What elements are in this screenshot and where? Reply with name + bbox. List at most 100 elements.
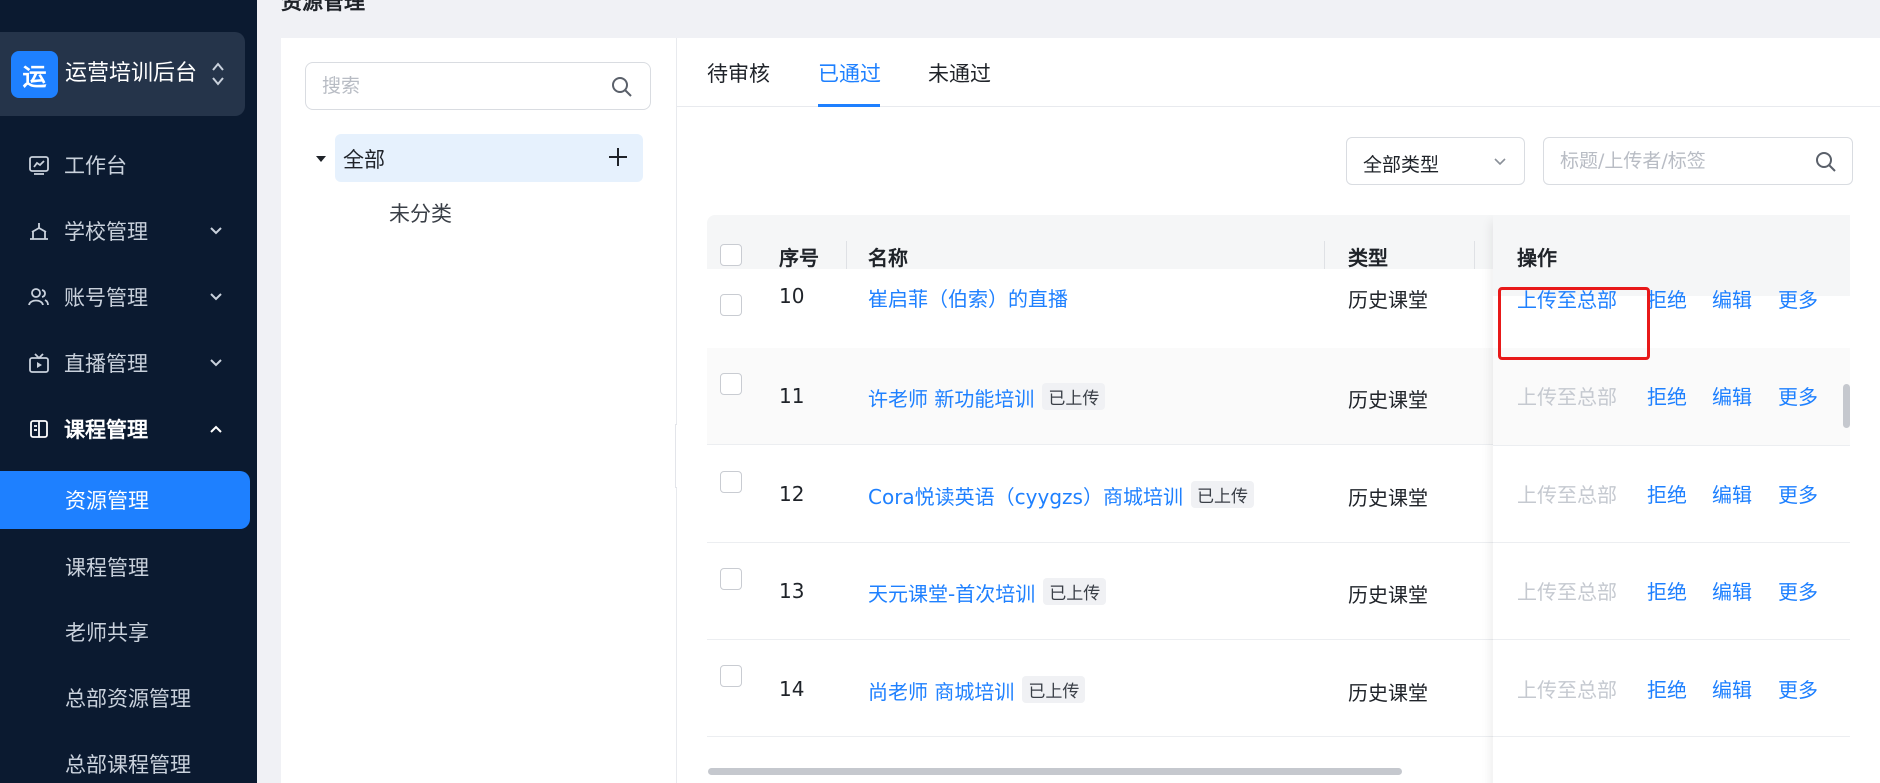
search-icon[interactable] (610, 75, 634, 99)
more-link[interactable]: 更多 (1778, 381, 1818, 410)
active-tab-indicator (818, 104, 880, 107)
more-link[interactable]: 更多 (1778, 479, 1818, 508)
edit-link[interactable]: 编辑 (1712, 479, 1752, 508)
sidebar-item-school[interactable]: 学校管理 (0, 203, 257, 259)
sidebar: 运 运营培训后台 工作台 学校管理 账号管理 直播管理 课程管理 资源管理 课程… (0, 0, 257, 783)
caret-down-icon[interactable] (314, 152, 328, 166)
category-tree-panel: 全部 未分类 (281, 38, 677, 783)
row-name-link[interactable]: Cora悦读英语（cyygzs）商城培训 (868, 485, 1183, 509)
row-name-link[interactable]: 天元课堂-首次培训 (868, 582, 1035, 606)
app-logo: 运 (11, 51, 58, 98)
row-name-link[interactable]: 尚老师 商城培训 (868, 680, 1014, 704)
row-no: 11 (779, 384, 805, 408)
row-name-cell: 天元课堂-首次培训 已上传 (868, 578, 1107, 607)
horizontal-scrollbar[interactable] (708, 768, 1402, 775)
upload-to-hq-link[interactable]: 上传至总部 (1517, 381, 1617, 410)
sidebar-item-label: 课程管理 (64, 418, 148, 442)
sidebar-item-label: 直播管理 (64, 352, 148, 376)
tab-approved[interactable]: 已通过 (818, 58, 881, 88)
row-type: 历史课堂 (1348, 681, 1428, 705)
row-no: 12 (779, 482, 805, 506)
dashboard-icon (29, 156, 49, 175)
chevron-down-icon (1494, 158, 1506, 166)
sidebar-subitem-teacher-share[interactable]: 老师共享 (0, 603, 257, 661)
row-checkbox[interactable] (720, 471, 742, 493)
select-all-checkbox[interactable] (720, 244, 742, 266)
header-name: 名称 (868, 246, 908, 270)
app-name: 运营培训后台 (65, 61, 198, 86)
plus-icon[interactable] (607, 146, 629, 168)
more-link[interactable]: 更多 (1778, 284, 1818, 313)
sidebar-subitem-label: 总部课程管理 (65, 753, 191, 777)
sidebar-item-label: 工作台 (64, 154, 127, 178)
sidebar-subitem-label: 课程管理 (65, 556, 149, 580)
keyword-search-input[interactable] (1560, 138, 1810, 184)
sidebar-item-workbench[interactable]: 工作台 (0, 137, 257, 193)
keyword-search (1543, 137, 1853, 185)
sidebar-item-account[interactable]: 账号管理 (0, 269, 257, 325)
sidebar-subitem-label: 老师共享 (65, 621, 149, 645)
sidebar-subitem-hq-resource[interactable]: 总部资源管理 (0, 669, 257, 727)
upload-to-hq-link[interactable]: 上传至总部 (1517, 284, 1617, 313)
header-divider (1324, 241, 1325, 271)
row-no: 13 (779, 579, 805, 603)
resource-table: 序号 名称 类型 10 崔启菲（伯索）的直播 历史课堂 11 许老师 新功能培训… (707, 215, 1850, 783)
reject-link[interactable]: 拒绝 (1647, 381, 1687, 410)
more-link[interactable]: 更多 (1778, 576, 1818, 605)
tree-node-label: 全部 (343, 148, 385, 172)
tab-rejected[interactable]: 未通过 (928, 58, 991, 88)
row-checkbox[interactable] (720, 665, 742, 687)
app-switcher[interactable]: 运 运营培训后台 (0, 32, 245, 116)
row-name-cell: Cora悦读英语（cyygzs）商城培训 已上传 (868, 481, 1254, 510)
upload-to-hq-link[interactable]: 上传至总部 (1517, 576, 1617, 605)
sidebar-subitem-resource[interactable]: 资源管理 (0, 471, 250, 529)
reject-link[interactable]: 拒绝 (1647, 284, 1687, 313)
header-ops: 操作 (1517, 246, 1557, 270)
chevron-down-icon (210, 227, 222, 235)
book-icon (30, 420, 48, 438)
row-type: 历史课堂 (1348, 583, 1428, 607)
row-checkbox[interactable] (720, 294, 742, 316)
vertical-scrollbar[interactable] (1843, 384, 1850, 428)
type-select[interactable]: 全部类型 (1346, 137, 1525, 185)
edit-link[interactable]: 编辑 (1712, 674, 1752, 703)
page-title: 资源管理 (281, 0, 365, 14)
live-tv-icon (29, 353, 49, 373)
row-divider (1493, 639, 1850, 640)
uploaded-tag: 已上传 (1043, 578, 1107, 605)
row-divider (1493, 445, 1850, 446)
tree-node-all[interactable]: 全部 (335, 134, 643, 182)
header-type: 类型 (1348, 246, 1388, 270)
reject-link[interactable]: 拒绝 (1647, 576, 1687, 605)
row-divider (1493, 542, 1850, 543)
main-panel: 待审核 已通过 未通过 全部类型 序号 名称 类型 10 崔启菲（伯索）的直播 … (677, 38, 1880, 783)
sidebar-item-course[interactable]: 课程管理 (0, 401, 257, 457)
upload-to-hq-link[interactable]: 上传至总部 (1517, 479, 1617, 508)
row-name-link[interactable]: 许老师 新功能培训 (868, 387, 1034, 411)
more-link[interactable]: 更多 (1778, 674, 1818, 703)
sidebar-subitem-hq-course[interactable]: 总部课程管理 (0, 735, 257, 783)
row-divider (1493, 736, 1850, 737)
sort-caret-icon (212, 62, 224, 86)
row-checkbox[interactable] (720, 568, 742, 590)
tab-pending[interactable]: 待审核 (707, 58, 770, 88)
edit-link[interactable]: 编辑 (1712, 381, 1752, 410)
row-checkbox[interactable] (720, 373, 742, 395)
sidebar-item-live[interactable]: 直播管理 (0, 335, 257, 391)
sidebar-subitem-course[interactable]: 课程管理 (0, 538, 257, 596)
tree-node-uncategorized[interactable]: 未分类 (389, 198, 452, 228)
reject-link[interactable]: 拒绝 (1647, 479, 1687, 508)
uploaded-tag: 已上传 (1022, 676, 1086, 703)
row-name-link[interactable]: 崔启菲（伯索）的直播 (868, 283, 1068, 312)
edit-link[interactable]: 编辑 (1712, 284, 1752, 313)
uploaded-tag: 已上传 (1190, 481, 1254, 508)
upload-to-hq-link[interactable]: 上传至总部 (1517, 674, 1617, 703)
status-tabs: 待审核 已通过 未通过 (677, 38, 1880, 107)
chevron-down-icon (210, 293, 222, 301)
tree-search-input[interactable] (322, 63, 602, 109)
edit-link[interactable]: 编辑 (1712, 576, 1752, 605)
chevron-up-icon (210, 425, 222, 433)
reject-link[interactable]: 拒绝 (1647, 674, 1687, 703)
search-icon[interactable] (1814, 150, 1838, 174)
sidebar-item-label: 账号管理 (64, 286, 148, 310)
